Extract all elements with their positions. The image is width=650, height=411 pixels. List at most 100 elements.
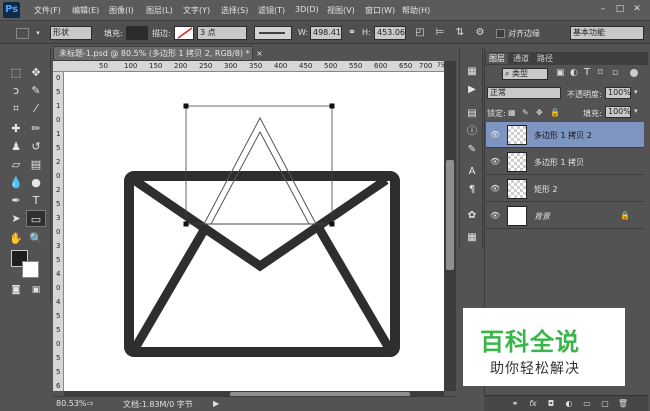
menu-3d[interactable]: 3D(D): [295, 5, 319, 14]
shape-tool-preset-icon[interactable]: [16, 28, 29, 39]
path-selection-icon[interactable]: ➤: [6, 210, 26, 227]
chevron-down-icon[interactable]: ▾: [634, 88, 638, 96]
history-panel-icon[interactable]: ▦: [464, 64, 480, 80]
layer-row[interactable]: 👁 矩形 2: [486, 176, 644, 202]
info-panel-icon[interactable]: ⓘ: [464, 124, 480, 140]
layer-row-selected[interactable]: 👁 多边形 1 拷贝 2: [486, 122, 644, 148]
vertical-scroll-thumb[interactable]: [446, 160, 454, 270]
shape-mode-select[interactable]: 形状: [50, 26, 92, 40]
stroke-swatch[interactable]: [174, 26, 194, 40]
zoom-tool-icon[interactable]: 🔍: [26, 230, 46, 247]
filter-type-icon[interactable]: T: [584, 67, 590, 78]
lock-image-icon[interactable]: ✎: [522, 108, 529, 117]
path-alignment-icon[interactable]: ⊨: [433, 26, 447, 40]
menu-view[interactable]: 视图(V): [327, 5, 355, 16]
opacity-field[interactable]: 100%: [605, 87, 631, 99]
lock-transparent-icon[interactable]: ▦: [508, 108, 516, 117]
healing-brush-icon[interactable]: ✚: [6, 120, 26, 137]
fill-field[interactable]: 100%: [605, 106, 631, 118]
filter-adjustment-icon[interactable]: ◐: [570, 68, 578, 78]
gradient-tool-icon[interactable]: ▤: [26, 156, 46, 173]
transform-bounding-box[interactable]: [185, 105, 333, 225]
properties-panel-icon[interactable]: ▤: [464, 106, 480, 122]
hand-tool-icon[interactable]: ✋: [6, 230, 26, 247]
crop-tool-icon[interactable]: ⌗: [6, 100, 26, 117]
transform-handle[interactable]: [329, 221, 335, 227]
marquee-tool-icon[interactable]: ⬚: [6, 64, 26, 81]
swatches-panel-icon[interactable]: ✿: [464, 208, 480, 224]
fx-icon[interactable]: fx: [526, 398, 540, 410]
height-field[interactable]: 453.06: [374, 26, 406, 40]
envelope-right-fold[interactable]: [313, 222, 394, 353]
transform-handle[interactable]: [183, 103, 189, 109]
tab-paths[interactable]: 路径: [534, 53, 556, 64]
chevron-down-icon[interactable]: ▾: [31, 26, 45, 40]
move-tool-icon[interactable]: ✥: [26, 64, 46, 81]
document-canvas[interactable]: [64, 72, 444, 391]
lock-position-icon[interactable]: ✥: [536, 108, 543, 117]
eye-icon[interactable]: 👁: [490, 211, 500, 220]
filter-shape-icon[interactable]: ⌑: [598, 68, 603, 78]
eyedropper-icon[interactable]: ⁄: [26, 100, 46, 117]
width-field[interactable]: 498.41: [310, 26, 342, 40]
transform-handle[interactable]: [329, 103, 335, 109]
rectangle-tool-icon[interactable]: ▭: [26, 210, 46, 227]
mask-icon[interactable]: ◘: [544, 398, 558, 410]
stroke-width-field[interactable]: 3 点: [197, 26, 247, 40]
menu-type[interactable]: 文字(Y): [183, 5, 210, 16]
menu-window[interactable]: 窗口(W): [365, 5, 395, 16]
trash-icon[interactable]: 🗑: [616, 398, 630, 410]
filter-pixel-icon[interactable]: ▣: [556, 68, 565, 78]
layer-row[interactable]: 👁 背景 🔒: [486, 203, 644, 229]
close-window-button[interactable]: ✕: [630, 3, 644, 16]
dodge-tool-icon[interactable]: ●: [26, 174, 46, 191]
link-icon[interactable]: ⚭: [345, 26, 359, 40]
adjustment-icon[interactable]: ◐: [562, 398, 576, 410]
brush-tool-icon[interactable]: ✏: [26, 120, 46, 137]
new-layer-icon[interactable]: ▢: [598, 398, 612, 410]
type-tool-icon[interactable]: T: [26, 192, 46, 209]
link-icon[interactable]: ⚭: [508, 398, 522, 410]
eraser-tool-icon[interactable]: ▱: [6, 156, 26, 173]
fill-swatch[interactable]: [126, 26, 148, 40]
eye-icon[interactable]: 👁: [490, 184, 500, 193]
zoom-level[interactable]: 80.53%: [56, 399, 87, 408]
gear-icon[interactable]: ⚙: [473, 26, 487, 40]
envelope-left-fold[interactable]: [130, 222, 211, 353]
history-brush-icon[interactable]: ↺: [26, 138, 46, 155]
workspace-select[interactable]: 基本功能: [570, 26, 644, 40]
export-icon[interactable]: ⇨: [87, 399, 94, 408]
menu-file[interactable]: 文件(F): [34, 5, 61, 16]
menu-image[interactable]: 图像(I): [109, 5, 134, 16]
close-document-icon[interactable]: ×: [256, 49, 263, 58]
minimize-button[interactable]: –: [596, 3, 610, 16]
menu-filter[interactable]: 滤镜(T): [258, 5, 285, 16]
background-color-swatch[interactable]: [22, 261, 39, 278]
paragraph-panel-icon[interactable]: ¶: [464, 182, 480, 198]
maximize-button[interactable]: □: [613, 3, 627, 16]
envelope-flap[interactable]: [131, 176, 389, 272]
blend-mode-select[interactable]: 正常: [487, 87, 561, 99]
quick-selection-icon[interactable]: ✎: [26, 82, 46, 99]
filter-smart-object-icon[interactable]: ▫: [612, 68, 618, 78]
eye-icon[interactable]: 👁: [490, 130, 500, 139]
menu-edit[interactable]: 编辑(E): [72, 5, 99, 16]
folder-icon[interactable]: ▭: [580, 398, 594, 410]
layer-row[interactable]: 👁 多边形 1 拷贝: [486, 149, 644, 175]
styles-panel-icon[interactable]: ▦: [464, 230, 480, 246]
lasso-tool-icon[interactable]: ↄ: [6, 82, 26, 99]
lock-all-icon[interactable]: 🔒: [550, 108, 560, 117]
path-operations-icon[interactable]: ◰: [413, 26, 427, 40]
tab-layers[interactable]: 图层: [486, 53, 508, 64]
clone-stamp-icon[interactable]: ♟: [6, 138, 26, 155]
tab-channels[interactable]: 通道: [510, 53, 532, 64]
layer-filter-kind[interactable]: ⌕ 类型: [502, 68, 548, 80]
align-edges-checkbox[interactable]: [496, 29, 505, 38]
transform-handle[interactable]: [183, 221, 189, 227]
menu-help[interactable]: 帮助(H): [402, 5, 430, 16]
stroke-type-select[interactable]: [254, 26, 292, 40]
chevron-down-icon[interactable]: ▾: [634, 107, 638, 115]
blur-tool-icon[interactable]: 💧: [6, 174, 26, 191]
brush-panel-icon[interactable]: ✎: [464, 142, 480, 158]
actions-panel-icon[interactable]: ▶: [464, 82, 480, 98]
